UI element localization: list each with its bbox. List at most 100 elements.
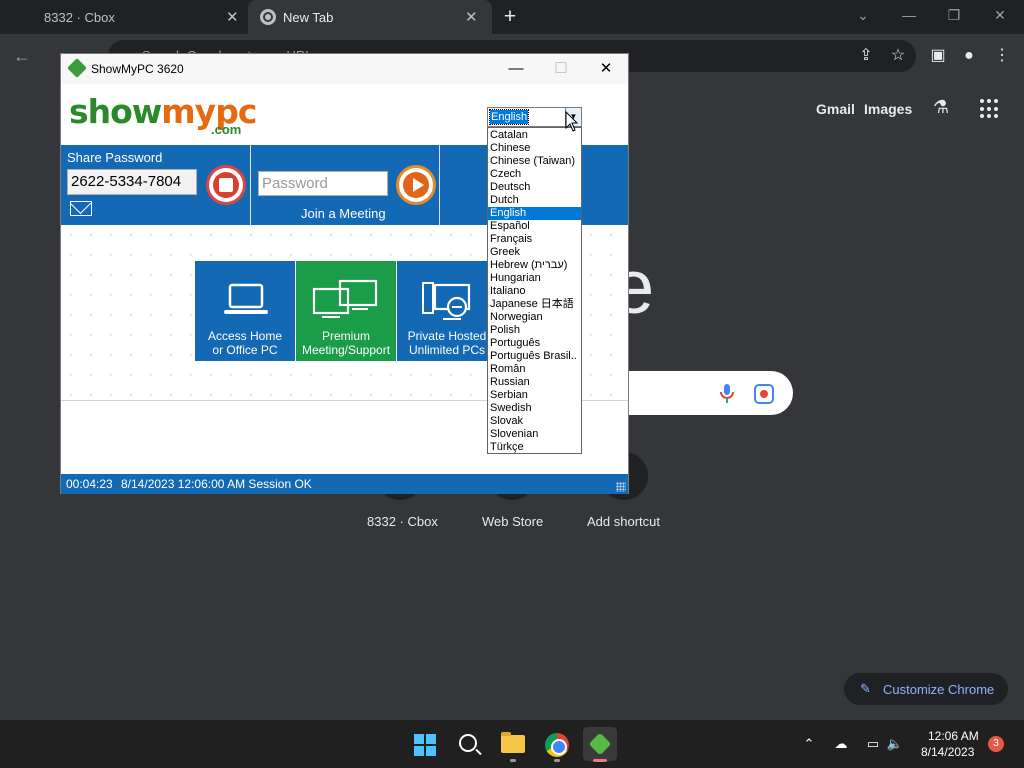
- language-option[interactable]: Norwegian: [488, 311, 581, 324]
- onedrive-icon[interactable]: ☁: [832, 735, 850, 753]
- access-home-tile[interactable]: Access Home or Office PC: [195, 261, 295, 361]
- session-elapsed: 00:04:23: [66, 477, 113, 491]
- showmypc-window: ShowMyPC 3620 — ☐ ✕ showmypc .com Share …: [60, 53, 629, 494]
- chrome-app-icon[interactable]: [545, 733, 569, 757]
- logo-part-mypc: mypc: [161, 92, 257, 131]
- language-option[interactable]: Dutch: [488, 194, 581, 207]
- shortcut-label-add[interactable]: Add shortcut: [587, 514, 660, 529]
- language-option[interactable]: Italiano: [488, 285, 581, 298]
- share-icon[interactable]: ⇪: [855, 45, 877, 67]
- language-option[interactable]: Russian: [488, 376, 581, 389]
- language-option[interactable]: Român: [488, 363, 581, 376]
- volume-icon[interactable]: 🔈: [886, 735, 904, 753]
- running-indicator: [510, 759, 516, 762]
- notification-badge[interactable]: 3: [988, 736, 1004, 752]
- language-option[interactable]: Hungarian: [488, 272, 581, 285]
- language-option[interactable]: Czech: [488, 168, 581, 181]
- taskbar-search-icon[interactable]: [459, 734, 477, 752]
- logo-part-show: show: [69, 92, 162, 131]
- tile-label: or Office PC: [212, 343, 278, 357]
- tab-close-icon[interactable]: ✕: [226, 8, 239, 26]
- shortcut-label-cbox[interactable]: 8332 · Cbox: [367, 514, 438, 529]
- language-option[interactable]: Español: [488, 220, 581, 233]
- tab-title: New Tab: [283, 9, 334, 25]
- join-meeting-button[interactable]: [396, 165, 436, 205]
- language-option[interactable]: Português: [488, 337, 581, 350]
- tile-label: Premium: [321, 329, 370, 343]
- network-icon[interactable]: ▭: [864, 735, 882, 753]
- clock-date[interactable]: 8/14/2023: [921, 745, 974, 759]
- google-apps-icon[interactable]: [980, 99, 1000, 119]
- join-password-placeholder[interactable]: Password: [262, 175, 328, 192]
- bookmark-star-icon[interactable]: ☆: [887, 45, 909, 67]
- mouse-cursor-icon: [565, 111, 579, 132]
- language-option[interactable]: Chinese (Taiwan): [488, 155, 581, 168]
- language-option[interactable]: Deutsch: [488, 181, 581, 194]
- clock-time[interactable]: 12:06 AM: [928, 729, 979, 743]
- session-status: 8/14/2023 12:06:00 AM Session OK: [121, 477, 312, 491]
- minimize-icon[interactable]: —: [899, 5, 919, 25]
- side-panel-icon[interactable]: ▣: [927, 45, 949, 67]
- file-explorer-icon[interactable]: [501, 732, 525, 753]
- play-icon: [413, 178, 424, 192]
- language-option[interactable]: Hebrew (עברית): [488, 259, 581, 272]
- private-hosted-tile[interactable]: Private Hosted Unlimited PCs: [397, 261, 497, 361]
- labs-flask-icon[interactable]: ⚗: [930, 97, 952, 121]
- images-link[interactable]: Images: [864, 101, 912, 117]
- language-option[interactable]: Greek: [488, 246, 581, 259]
- customize-chrome-button[interactable]: ✎ Customize Chrome: [844, 673, 1008, 705]
- language-option[interactable]: Japanese 日本語: [488, 298, 581, 311]
- tab-new-tab[interactable]: New Tab ✕: [248, 0, 492, 34]
- stop-icon: [219, 178, 233, 192]
- profile-avatar-icon[interactable]: ●: [958, 45, 980, 67]
- back-icon[interactable]: ←: [10, 44, 34, 68]
- windows-start-icon[interactable]: [414, 734, 436, 756]
- monitors-icon: [312, 279, 378, 318]
- close-icon[interactable]: ✕: [595, 58, 617, 80]
- band-divider: [439, 145, 440, 225]
- band-divider: [250, 145, 251, 225]
- restore-icon[interactable]: ❐: [944, 5, 964, 25]
- language-option[interactable]: Swedish: [488, 402, 581, 415]
- show-hidden-icons-icon[interactable]: ⌃: [800, 735, 818, 753]
- language-option[interactable]: Slovak: [488, 415, 581, 428]
- tile-label: Access Home: [207, 329, 283, 343]
- tile-label: Unlimited PCs: [408, 343, 486, 357]
- gmail-link[interactable]: Gmail: [816, 101, 855, 117]
- tile-label: Private Hosted: [407, 329, 487, 343]
- language-option[interactable]: Slovenian: [488, 428, 581, 441]
- share-password-label: Share Password: [67, 150, 163, 165]
- google-lens-icon[interactable]: [754, 384, 774, 404]
- language-option[interactable]: Türkçe: [488, 441, 581, 453]
- new-tab-button[interactable]: +: [500, 5, 520, 29]
- tab-search-icon[interactable]: ⌄: [853, 5, 873, 25]
- logo-suffix: .com: [211, 122, 242, 137]
- tab-close-icon[interactable]: ✕: [465, 8, 478, 26]
- language-option[interactable]: Português Brasil..: [488, 350, 581, 363]
- voice-search-icon[interactable]: [718, 383, 736, 405]
- tab-cbox[interactable]: 8332 · Cbox ✕: [0, 0, 246, 34]
- premium-meeting-tile[interactable]: Premium Meeting/Support: [296, 261, 396, 361]
- stop-sharing-button[interactable]: [206, 165, 246, 205]
- language-option[interactable]: Français: [488, 233, 581, 246]
- join-meeting-label: Join a Meeting: [301, 206, 386, 221]
- language-option[interactable]: Chinese: [488, 142, 581, 155]
- email-envelope-icon[interactable]: [70, 201, 92, 216]
- maximize-icon[interactable]: ☐: [550, 58, 572, 80]
- customize-chrome-label: Customize Chrome: [883, 681, 995, 697]
- language-dropdown-list[interactable]: Catalan Chinese Chinese (Taiwan) Czech Deuts…: [487, 127, 582, 454]
- shortcut-label-webstore[interactable]: Web Store: [482, 514, 543, 529]
- showmypc-title: ShowMyPC 3620: [91, 62, 184, 76]
- active-indicator: [593, 759, 607, 762]
- tab-title: 8332 · Cbox: [44, 9, 115, 25]
- share-password-value[interactable]: 2622-5334-7804: [71, 173, 181, 190]
- language-option[interactable]: English: [488, 207, 581, 220]
- close-window-icon[interactable]: ✕: [990, 5, 1010, 25]
- menu-kebab-icon[interactable]: ⋮: [991, 45, 1013, 67]
- resize-grip-icon[interactable]: [616, 482, 626, 492]
- minimize-icon[interactable]: —: [505, 58, 527, 80]
- running-indicator: [554, 759, 560, 762]
- language-option[interactable]: Serbian: [488, 389, 581, 402]
- language-option[interactable]: Polish: [488, 324, 581, 337]
- language-select-value: English: [488, 109, 530, 125]
